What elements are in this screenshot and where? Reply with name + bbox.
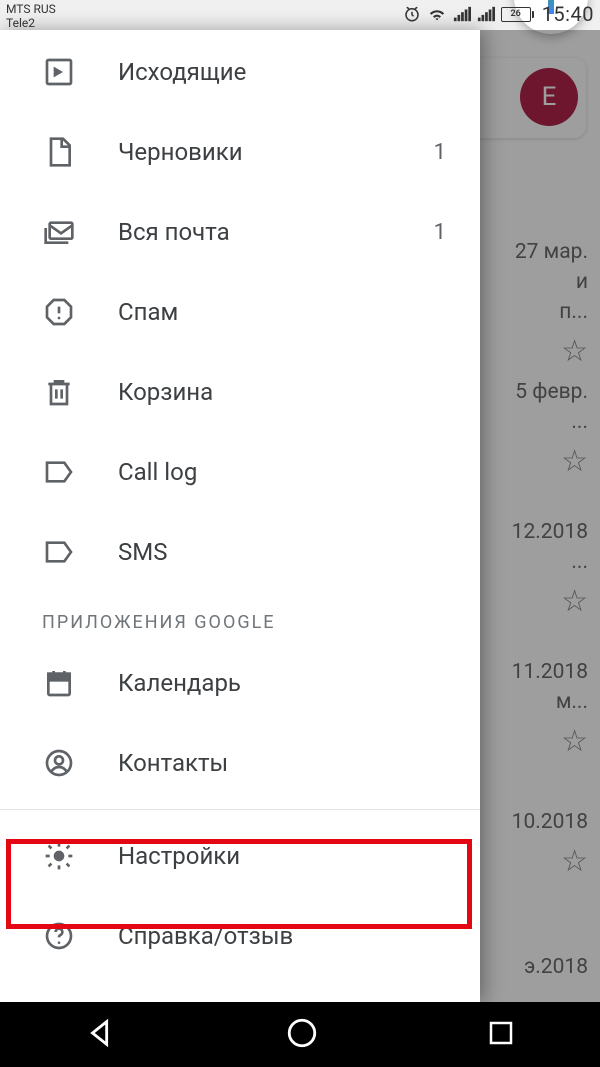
- drawer-item-settings[interactable]: Настройки: [0, 816, 480, 896]
- home-button[interactable]: [285, 1016, 319, 1054]
- drafts-icon: [42, 135, 76, 169]
- drawer-item-calendar[interactable]: Календарь: [0, 643, 480, 723]
- drawer-item-help[interactable]: Справка/отзыв: [0, 896, 480, 976]
- drawer-item-contacts[interactable]: Контакты: [0, 723, 480, 803]
- drawer-item-allmail[interactable]: Вся почта 1: [0, 192, 480, 272]
- battery-level: 26: [501, 7, 531, 22]
- status-carriers: MTS RUS Tele2: [6, 2, 56, 30]
- label-icon: [42, 455, 76, 489]
- drawer-item-label: Календарь: [118, 669, 458, 697]
- drawer-item-count: 1: [434, 220, 446, 245]
- battery-icon: 26: [501, 7, 534, 22]
- calendar-icon: [42, 666, 76, 700]
- navigation-drawer: Исходящие Черновики 1 Вся почта 1: [0, 30, 480, 1002]
- screen: MTS RUS Tele2 26 15:40: [0, 0, 600, 1067]
- drawer-item-sms[interactable]: SMS: [0, 512, 480, 592]
- help-icon: [42, 919, 76, 953]
- label-icon: [42, 535, 76, 569]
- drawer-item-label: SMS: [118, 538, 458, 566]
- clock-time: 15:40: [542, 2, 594, 26]
- carrier-2: Tele2: [6, 16, 56, 30]
- status-bar: MTS RUS Tele2 26 15:40: [0, 0, 600, 30]
- outbox-icon: [42, 55, 76, 89]
- drawer-item-spam[interactable]: Спам: [0, 272, 480, 352]
- drawer-item-count: 1: [434, 140, 446, 165]
- drawer-item-trash[interactable]: Корзина: [0, 352, 480, 432]
- signal-2-icon: [477, 6, 495, 22]
- spam-icon: [42, 295, 76, 329]
- allmail-icon: [42, 215, 76, 249]
- settings-icon: [42, 839, 76, 873]
- drawer-item-outbox[interactable]: Исходящие: [0, 32, 480, 112]
- status-icons: 26 15:40: [403, 2, 594, 26]
- drawer-item-label: Настройки: [118, 842, 458, 870]
- drawer-item-drafts[interactable]: Черновики 1: [0, 112, 480, 192]
- section-google-apps: ПРИЛОЖЕНИЯ GOOGLE: [0, 592, 480, 643]
- trash-icon: [42, 375, 76, 409]
- drawer-item-label: Справка/отзыв: [118, 922, 458, 950]
- drawer-item-label: Контакты: [118, 749, 458, 777]
- drawer-list: Исходящие Черновики 1 Вся почта 1: [0, 32, 480, 1002]
- drawer-item-label: Вся почта: [118, 218, 434, 246]
- carrier-1: MTS RUS: [6, 2, 56, 16]
- drawer-item-label: Спам: [118, 298, 458, 326]
- drawer-item-label: Call log: [118, 458, 458, 486]
- drawer-item-calllog[interactable]: Call log: [0, 432, 480, 512]
- recents-button[interactable]: [486, 1018, 516, 1052]
- signal-1-icon: [453, 6, 471, 22]
- contacts-icon: [42, 746, 76, 780]
- wifi-icon: [427, 6, 447, 22]
- android-navbar: [0, 1002, 600, 1067]
- drawer-item-label: Черновики: [118, 138, 434, 166]
- alarm-icon: [403, 5, 421, 23]
- drawer-item-label: Корзина: [118, 378, 458, 406]
- divider: [0, 809, 480, 810]
- back-button[interactable]: [84, 1016, 118, 1054]
- drawer-item-label: Исходящие: [118, 58, 458, 86]
